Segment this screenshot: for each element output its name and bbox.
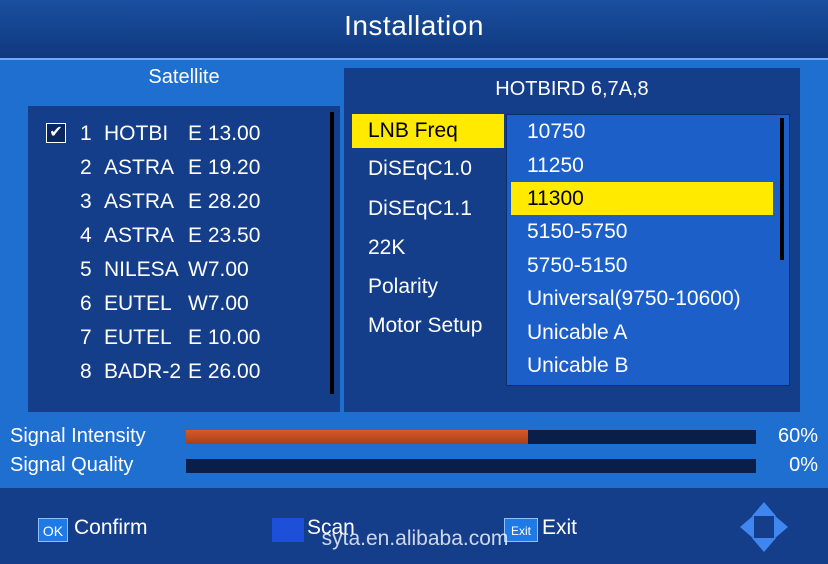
setting-motor-setup[interactable]: Motor Setup [352,309,504,343]
satellite-item[interactable]: 3 ASTRA E 28.20 [28,186,328,220]
checkbox[interactable]: ✔ [46,123,66,143]
signal-intensity-bar [186,430,756,444]
lnb-dropdown-scrollbar[interactable] [780,118,784,260]
satellite-item[interactable]: ✔ 1 HOTBI E 13.00 [28,118,328,152]
satellite-panel-header: Satellite [148,66,220,88]
satellite-name: HOTBI [104,122,169,145]
setting-diseqc-1-1[interactable]: DiSEqC1.1 [352,192,504,226]
lnb-option-selected[interactable]: 11300 [511,182,773,215]
satellite-item[interactable]: 8 BADR-2 E 26.00 [28,356,328,390]
page-title: Installation [344,10,484,41]
satellite-number: 4 [80,224,92,247]
satellite-name: ASTRA [104,156,175,179]
satellite-item[interactable]: 6 EUTEL W7.00 [28,288,328,322]
lnb-freq-dropdown: 10750 11250 11300 5150-5750 5750-5150 Un… [506,114,790,386]
selected-satellite-name: HOTBIRD 6,7A,8 [495,78,649,100]
satellite-position: E 13.00 [188,122,261,145]
satellite-position: E 23.50 [188,224,261,247]
lnb-option[interactable]: 11250 [511,149,773,182]
satellite-item[interactable]: 7 EUTEL E 10.00 [28,322,328,356]
signal-intensity-fill [186,430,528,444]
satellite-name: ASTRA [104,224,175,247]
satellite-name: EUTEL [104,326,172,349]
setting-polarity[interactable]: Polarity [352,270,504,304]
satellite-position: W7.00 [188,258,249,281]
satellite-number: 8 [80,360,92,383]
satellite-position: W7.00 [188,292,249,315]
satellite-name: EUTEL [104,292,172,315]
satellite-number: 1 [80,122,92,145]
signal-intensity-value: 60% [777,425,818,447]
setting-22k[interactable]: 22K [352,231,504,265]
lnb-option[interactable]: 10750 [511,115,773,148]
satellite-name: ASTRA [104,190,175,213]
satellite-name: NILESA [104,258,179,281]
satellite-number: 5 [80,258,92,281]
satellite-list: ✔ 1 HOTBI E 13.00 2 ASTRA E 19.20 3 ASTR… [28,106,340,412]
satellite-position: E 19.20 [188,156,261,179]
satellite-position: E 28.20 [188,190,261,213]
confirm-label: Confirm [74,516,148,539]
setting-lnb-freq[interactable]: LNB Freq [352,114,504,148]
ok-key-icon[interactable]: OK [38,518,68,542]
satellite-number: 6 [80,292,92,315]
satellite-position: E 26.00 [188,360,261,383]
satellite-item[interactable]: 5 NILESA W7.00 [28,254,328,288]
lnb-option[interactable]: Universal(9750-10600) [511,282,773,315]
signal-quality-bar [186,459,756,473]
watermark: syta.en.alibaba.com [321,527,509,550]
signal-intensity-label: Signal Intensity [10,425,146,447]
satellite-position: E 10.00 [188,326,261,349]
lnb-option[interactable]: 5750-5150 [511,249,773,282]
lnb-option[interactable]: 5150-5750 [511,215,773,248]
satellite-item[interactable]: 2 ASTRA E 19.20 [28,152,328,186]
setting-diseqc-1-0[interactable]: DiSEqC1.0 [352,152,504,186]
title-bar: Installation [0,0,828,60]
satellite-number: 2 [80,156,92,179]
lnb-option[interactable]: Unicable B [511,349,773,382]
satellite-number: 3 [80,190,92,213]
satellite-number: 7 [80,326,92,349]
signal-quality-value: 0% [789,454,818,476]
satellite-list-scrollbar[interactable] [330,112,334,394]
satellite-item[interactable]: 4 ASTRA E 23.50 [28,220,328,254]
exit-label: Exit [542,516,578,539]
lnb-option[interactable]: Unicable A [511,316,773,349]
satellite-name: BADR-2 [104,360,182,383]
signal-quality-label: Signal Quality [10,454,134,476]
dpad-arrows-icon [740,502,788,552]
